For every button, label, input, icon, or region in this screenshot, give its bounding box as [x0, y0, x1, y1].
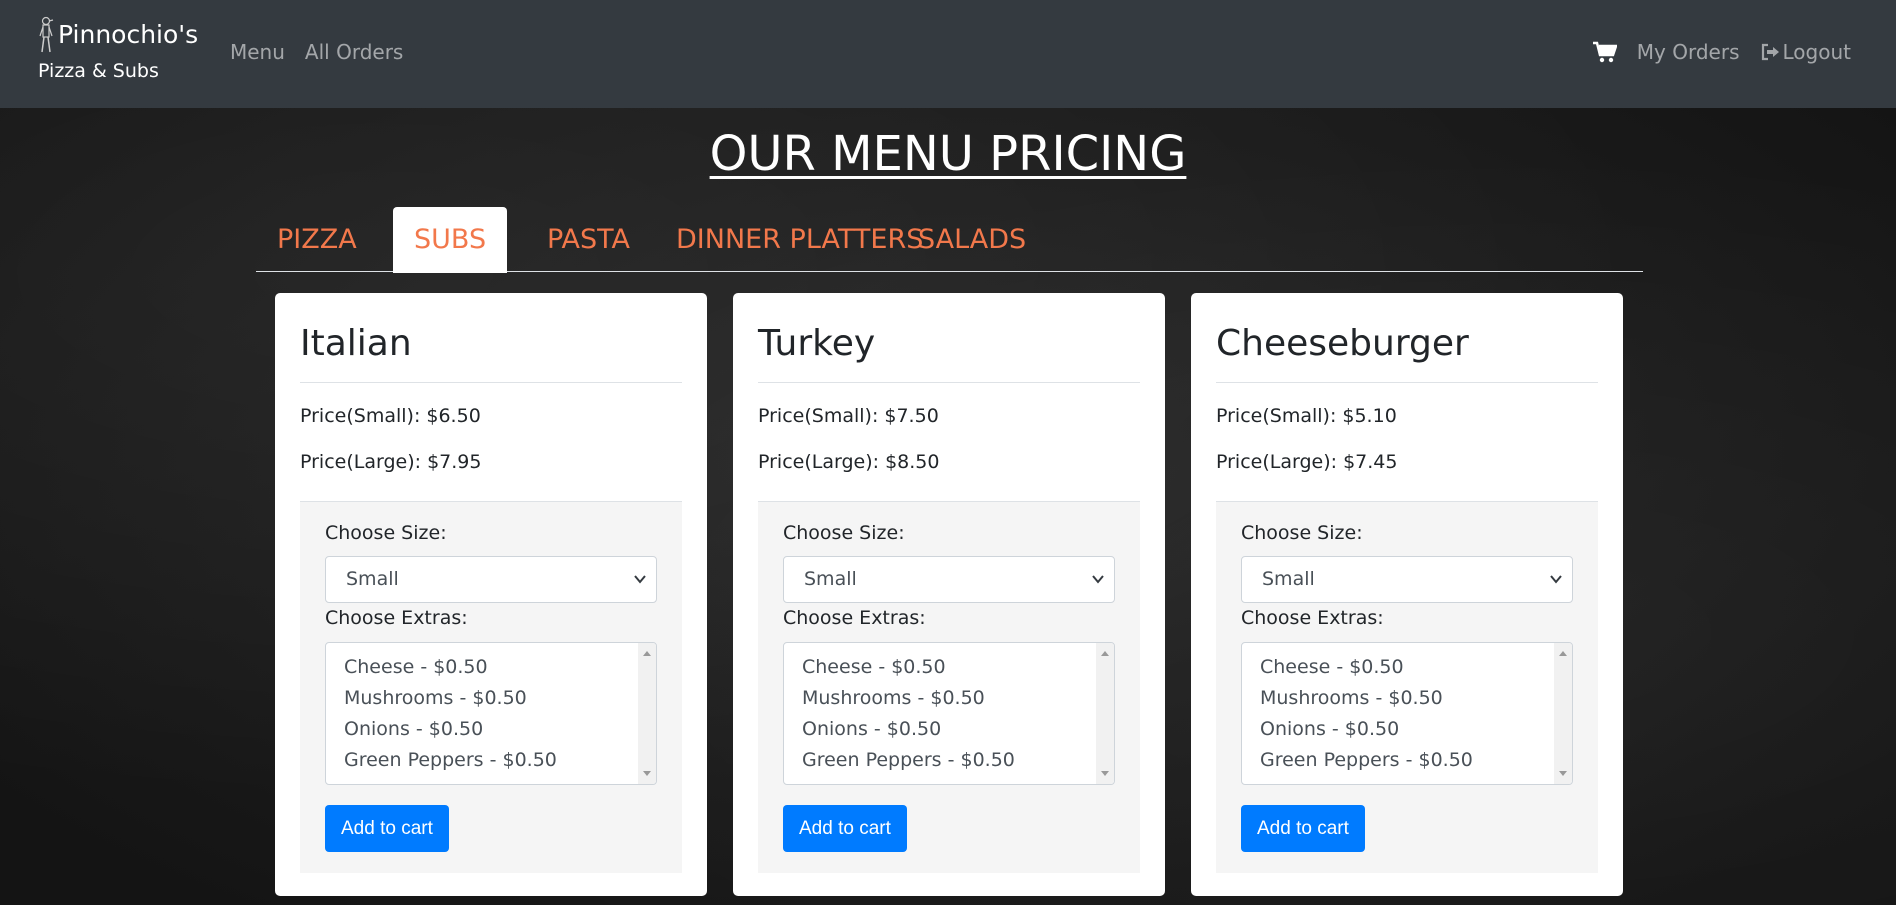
price-large: Price(Large): $7.95 [300, 451, 482, 473]
extra-option[interactable]: Onions - $0.50 [1260, 714, 1554, 745]
brand-subtitle: Pizza & Subs [38, 60, 159, 82]
extras-multiselect[interactable]: Cheese - $0.50 Mushrooms - $0.50 Onions … [325, 642, 657, 785]
navbar: Pinnochio's Pizza & Subs Menu All Orders… [0, 0, 1896, 108]
tab-salads[interactable]: SALADS [897, 207, 1047, 273]
price-large: Price(Large): $8.50 [758, 451, 940, 473]
page-title: OUR MENU PRICING [709, 126, 1187, 182]
extras-label: Choose Extras: [783, 607, 926, 629]
scroll-up-icon[interactable] [642, 649, 652, 657]
chevron-down-icon [1092, 575, 1104, 584]
extra-option[interactable]: Green Peppers - $0.50 [1260, 745, 1554, 776]
chevron-down-icon [634, 575, 646, 584]
price-small: Price(Small): $7.50 [758, 405, 939, 427]
nav-left: Menu All Orders [230, 40, 403, 64]
order-form: Choose Size: Small Choose Extras: Cheese… [300, 501, 682, 873]
size-select[interactable]: Small [325, 556, 657, 603]
pinocchio-logo-icon [39, 16, 54, 53]
extra-option[interactable]: Onions - $0.50 [344, 714, 638, 745]
tab-pasta[interactable]: PASTA [526, 207, 651, 273]
extras-label: Choose Extras: [1241, 607, 1384, 629]
size-select-value: Small [1262, 568, 1315, 590]
size-select-value: Small [804, 568, 857, 590]
size-label: Choose Size: [1241, 522, 1363, 544]
tab-pizza[interactable]: PIZZA [256, 207, 378, 273]
scroll-down-icon[interactable] [1100, 770, 1110, 778]
extras-multiselect[interactable]: Cheese - $0.50 Mushrooms - $0.50 Onions … [1241, 642, 1573, 785]
scrollbar[interactable] [1554, 643, 1572, 784]
size-select[interactable]: Small [783, 556, 1115, 603]
menu-card-turkey: Turkey Price(Small): $7.50 Price(Large):… [733, 293, 1165, 896]
extra-option[interactable]: Cheese - $0.50 [802, 652, 1096, 683]
my-orders-link[interactable]: My Orders [1637, 40, 1740, 64]
menu-card-cheeseburger: Cheeseburger Price(Small): $5.10 Price(L… [1191, 293, 1623, 896]
menu-tabs: PIZZA SUBS PASTA DINNER PLATTERS SALADS [256, 207, 1643, 273]
brand-name: Pinnochio's [58, 20, 199, 49]
brand[interactable]: Pinnochio's Pizza & Subs [38, 16, 198, 82]
extra-option[interactable]: Green Peppers - $0.50 [802, 745, 1096, 776]
logout-link[interactable]: Logout [1760, 40, 1851, 64]
nav-right: My Orders Logout [1592, 40, 1851, 64]
size-select[interactable]: Small [1241, 556, 1573, 603]
price-small: Price(Small): $5.10 [1216, 405, 1397, 427]
chevron-down-icon [1550, 575, 1562, 584]
card-title: Italian [300, 319, 682, 383]
card-title: Cheeseburger [1216, 319, 1598, 383]
scrollbar[interactable] [1096, 643, 1114, 784]
size-select-value: Small [346, 568, 399, 590]
nav-menu-link[interactable]: Menu [230, 40, 285, 64]
scrollbar[interactable] [638, 643, 656, 784]
extra-option[interactable]: Mushrooms - $0.50 [802, 683, 1096, 714]
add-to-cart-button[interactable]: Add to cart [1241, 805, 1365, 852]
cart-icon[interactable] [1592, 41, 1617, 63]
nav-all-orders-link[interactable]: All Orders [305, 40, 403, 64]
extra-option[interactable]: Mushrooms - $0.50 [344, 683, 638, 714]
extra-option[interactable]: Green Peppers - $0.50 [344, 745, 638, 776]
menu-card-italian: Italian Price(Small): $6.50 Price(Large)… [275, 293, 707, 896]
scroll-up-icon[interactable] [1558, 649, 1568, 657]
logout-icon [1761, 43, 1779, 61]
size-label: Choose Size: [783, 522, 905, 544]
extra-option[interactable]: Onions - $0.50 [802, 714, 1096, 745]
price-small: Price(Small): $6.50 [300, 405, 481, 427]
size-label: Choose Size: [325, 522, 447, 544]
add-to-cart-button[interactable]: Add to cart [325, 805, 449, 852]
scroll-down-icon[interactable] [642, 770, 652, 778]
tab-subs[interactable]: SUBS [393, 207, 508, 273]
order-form: Choose Size: Small Choose Extras: Cheese… [1216, 501, 1598, 873]
extras-multiselect[interactable]: Cheese - $0.50 Mushrooms - $0.50 Onions … [783, 642, 1115, 785]
card-title: Turkey [758, 319, 1140, 383]
extras-label: Choose Extras: [325, 607, 468, 629]
extra-option[interactable]: Cheese - $0.50 [344, 652, 638, 683]
price-large: Price(Large): $7.45 [1216, 451, 1398, 473]
extra-option[interactable]: Cheese - $0.50 [1260, 652, 1554, 683]
order-form: Choose Size: Small Choose Extras: Cheese… [758, 501, 1140, 873]
logout-label: Logout [1782, 40, 1851, 64]
scroll-up-icon[interactable] [1100, 649, 1110, 657]
scroll-down-icon[interactable] [1558, 770, 1568, 778]
add-to-cart-button[interactable]: Add to cart [783, 805, 907, 852]
extra-option[interactable]: Mushrooms - $0.50 [1260, 683, 1554, 714]
